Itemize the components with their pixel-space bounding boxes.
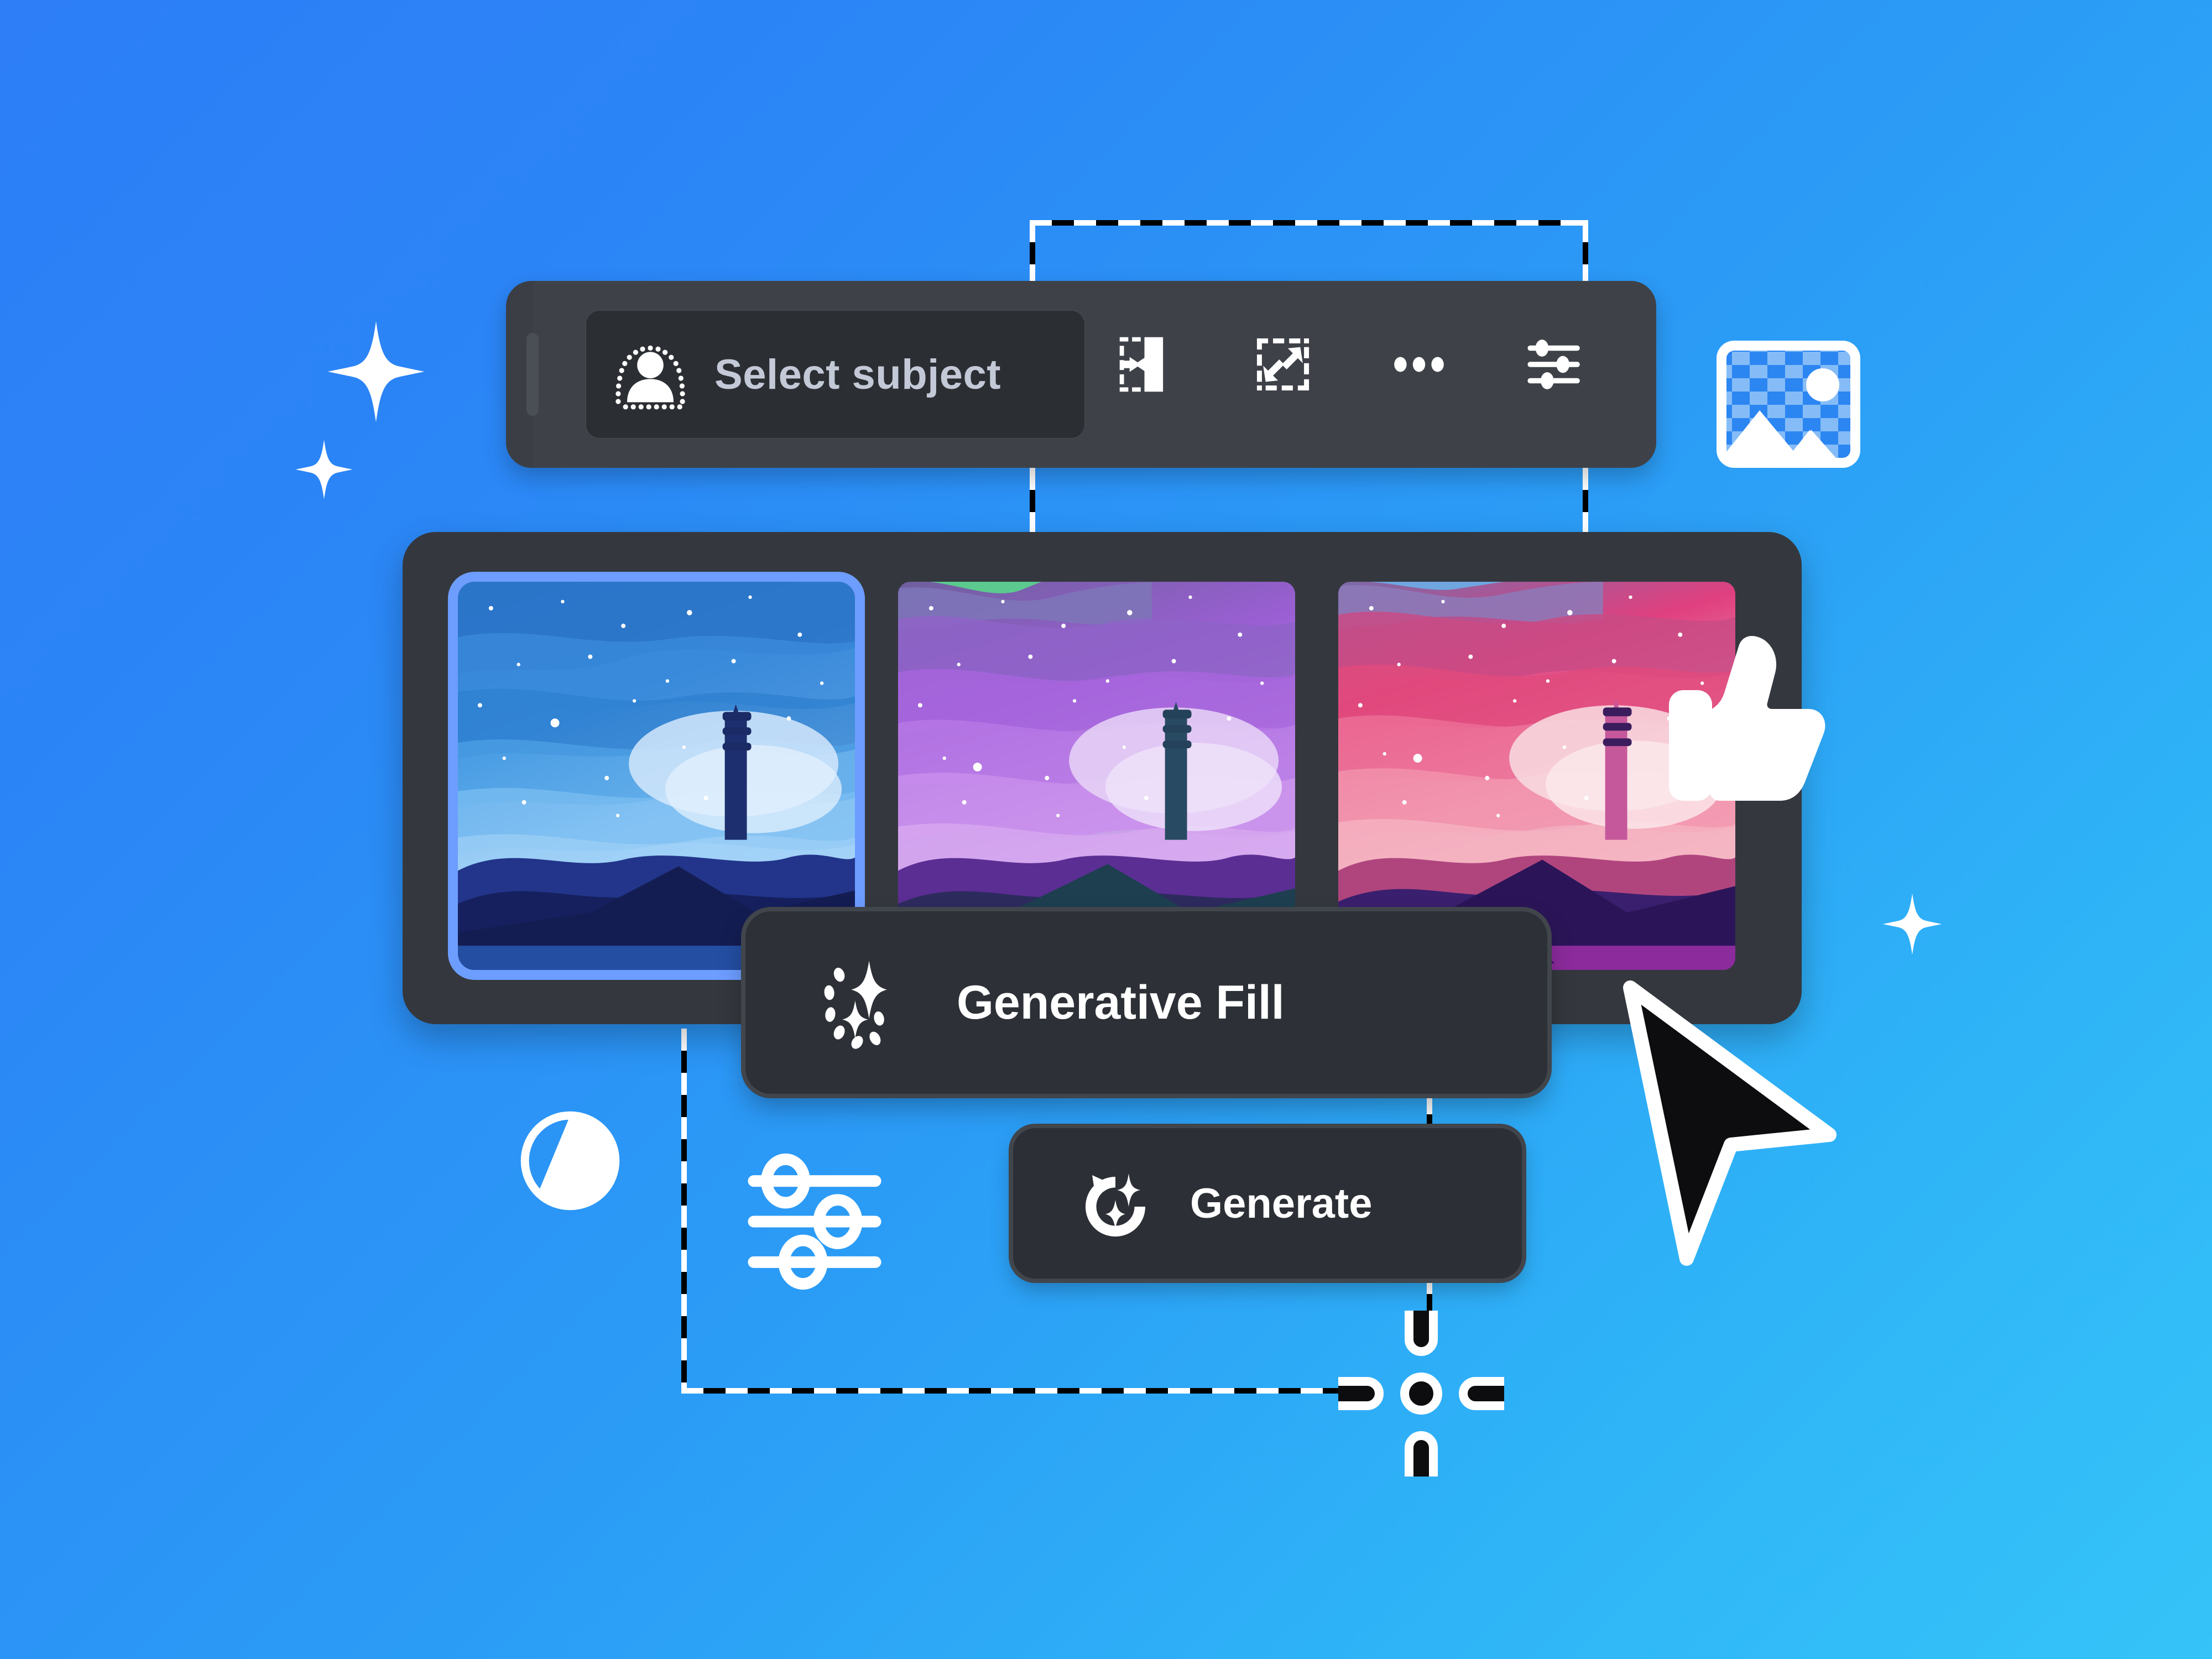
sparkle-circle-icon <box>824 961 887 1049</box>
arrow-cursor-icon <box>1623 980 1837 1266</box>
sparkle-icon <box>295 440 353 499</box>
selection-path-bottom-left <box>681 1029 687 1394</box>
drag-grip-icon[interactable] <box>526 333 539 416</box>
select-subject-button[interactable]: Select subject <box>585 310 1086 439</box>
generative-fill-label: Generative Fill <box>957 975 1285 1029</box>
generate-button[interactable]: Generate <box>1013 1128 1522 1279</box>
generative-fill-pill[interactable]: Generative Fill <box>745 911 1547 1094</box>
select-subject-label: Select subject <box>714 351 1001 398</box>
illustration-canvas: Select subject Generative Fill Generate <box>0 0 2212 1659</box>
sliders-icon[interactable] <box>740 1149 889 1294</box>
precision-crosshair-icon <box>1338 1311 1504 1477</box>
selection-path-bottom <box>681 1388 1378 1394</box>
thumbs-up-icon <box>1669 635 1825 801</box>
adjustment-sliders-icon[interactable] <box>1522 332 1588 397</box>
more-options-icon[interactable] <box>1386 332 1452 397</box>
person-selection-icon <box>615 345 685 410</box>
transform-selection-icon[interactable] <box>1250 332 1316 397</box>
selection-path-toolbar-to-gallery-right <box>1583 468 1588 539</box>
sparkle-icon <box>1882 893 1942 955</box>
refresh-sparkle-icon <box>1086 1173 1145 1237</box>
image-checkerboard-icon[interactable] <box>1714 338 1863 470</box>
selection-path-toolbar-to-gallery-left <box>1030 468 1035 539</box>
toolbar-icon-group <box>1114 332 1588 397</box>
generate-label: Generate <box>1190 1180 1373 1227</box>
select-and-mask-icon[interactable] <box>1114 332 1180 397</box>
sparkle-icon <box>327 321 425 422</box>
contrast-circle-icon[interactable] <box>519 1109 622 1212</box>
selection-path-top <box>1030 220 1588 226</box>
